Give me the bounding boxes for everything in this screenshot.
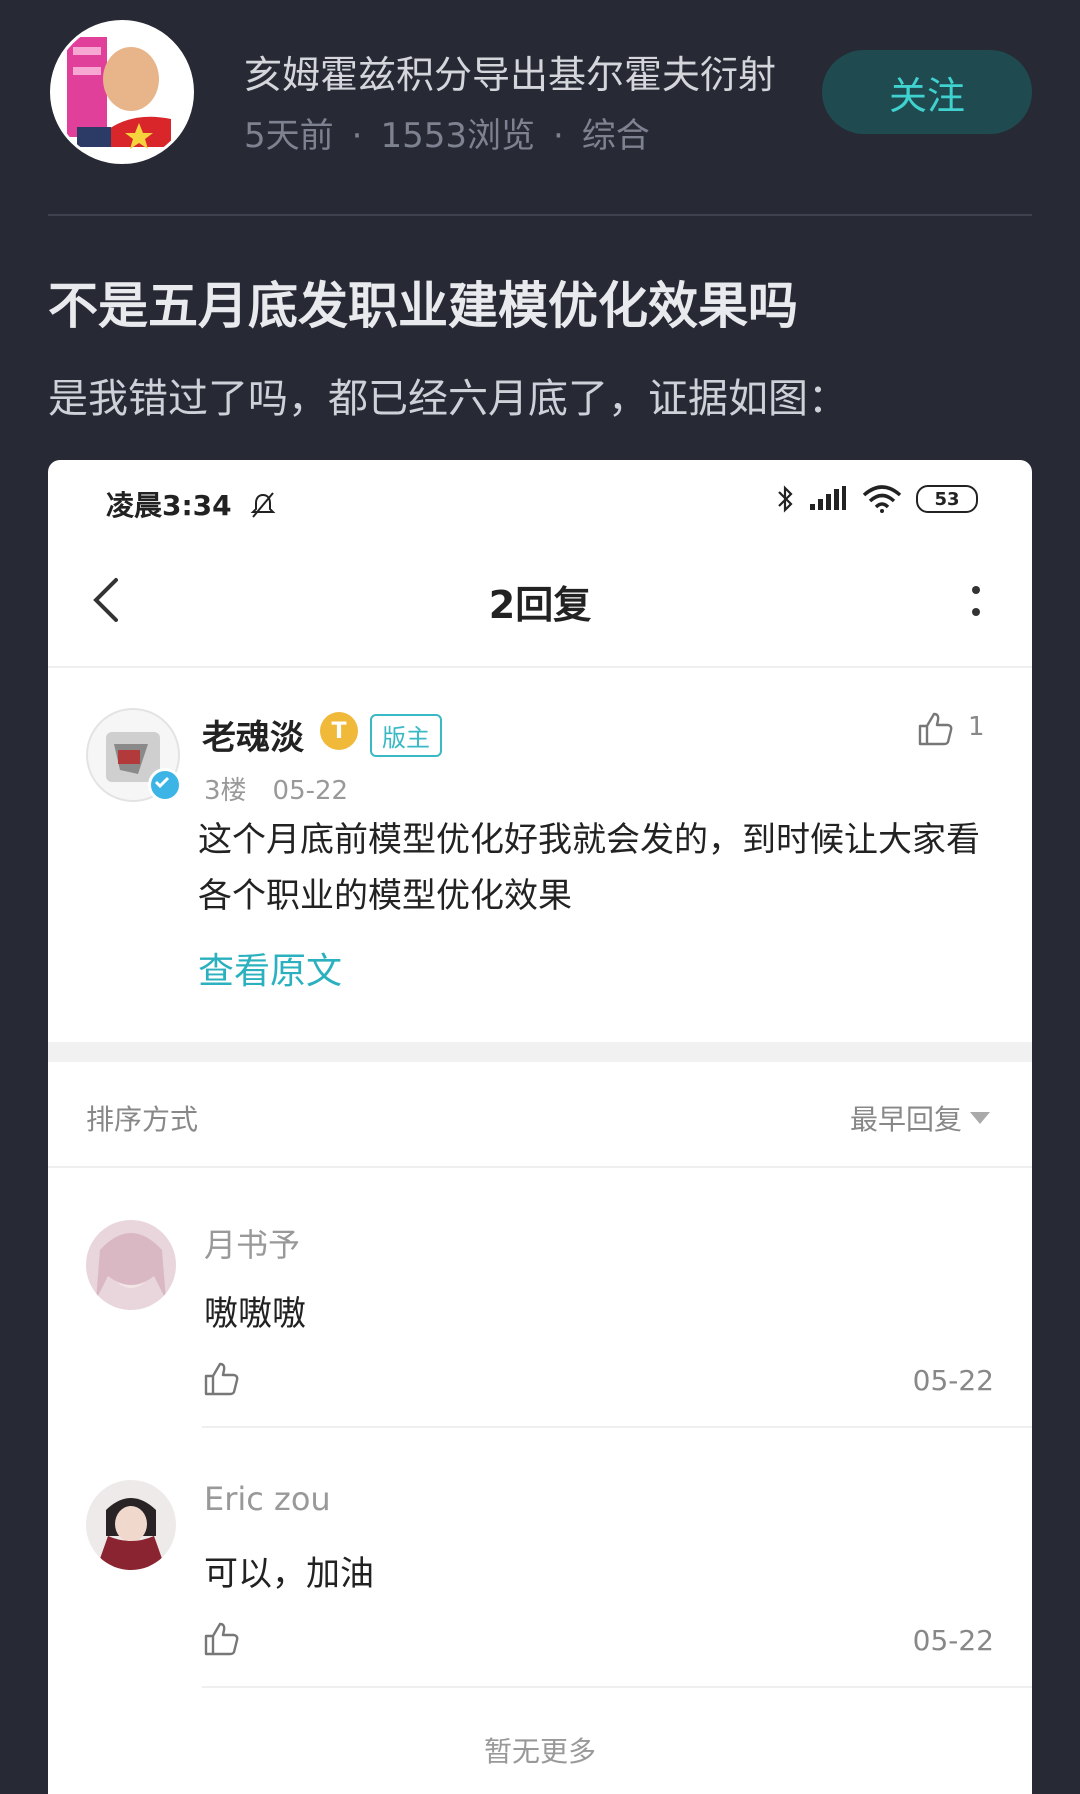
header-divider [48,214,1032,216]
op-like-count: 1 [968,712,985,742]
section-separator [48,1042,1032,1062]
verified-check-icon [148,768,182,802]
bluetooth-icon [778,485,793,513]
author-name[interactable]: 亥姆霍兹积分导出基尔霍夫衍射 [244,44,776,99]
op-meta: 3楼 05-22 [204,770,348,807]
reply-avatar[interactable] [86,1220,176,1310]
bell-off-icon [250,492,276,518]
status-bar-time: 凌晨3:34 [106,484,277,524]
battery-indicator: 53 [916,485,978,513]
reply-divider [202,1686,1032,1688]
reply-username[interactable]: Eric zou [204,1480,331,1518]
meta-separator: · [351,116,363,156]
author-avatar-image [53,23,191,161]
op-username[interactable]: 老魂淡 [202,710,304,759]
post-meta: 5天前 · 1553浏览 · 综合 [244,108,650,157]
thumbs-up-icon[interactable] [916,710,954,748]
op-floor: 3楼 [204,776,247,806]
embedded-screenshot[interactable]: 凌晨3:34 53 2回复 老魂淡 T 版主 1 3楼 05-22 这个月底前模… [48,460,1032,1794]
sort-divider [48,1166,1032,1168]
reply-divider [202,1426,1032,1428]
post-category[interactable]: 综合 [582,116,650,156]
follow-button[interactable]: 关注 [822,50,1032,134]
op-content: 这个月底前模型优化好我就会发的，到时候让大家看各个职业的模型优化效果 [198,820,980,916]
sort-value: 最早回复 [849,1103,962,1136]
level-badge: T [320,712,358,750]
view-original-link[interactable]: 查看原文 [198,942,342,994]
reply-date: 05-22 [912,1364,994,1397]
meta-separator: · [552,116,564,156]
reply-avatar-image [86,1220,176,1310]
reply-username[interactable]: 月书予 [204,1220,300,1266]
sort-label: 排序方式 [86,1103,199,1136]
reply-date: 05-22 [912,1624,994,1657]
signal-icon [810,486,846,510]
post-views: 1553浏览 [380,116,535,156]
wifi-icon [862,485,902,513]
status-time-text: 凌晨3:34 [106,489,232,522]
reply-avatar[interactable] [86,1480,176,1570]
reply-avatar-image [86,1480,176,1570]
page-title: 2回复 [488,583,592,627]
post-time: 5天前 [244,116,334,156]
sort-dropdown[interactable]: 最早回复 [850,1098,990,1138]
thumbs-up-icon[interactable] [202,1620,240,1658]
post-body: 是我错过了吗，都已经六月底了，证据如图： [48,376,848,422]
op-date: 05-22 [272,776,349,806]
post-title: 不是五月底发职业建模优化效果吗 [48,277,798,335]
reply-text: 嗷嗷嗷 [204,1294,306,1334]
caret-down-icon [970,1112,990,1124]
nav-divider [48,666,1032,668]
reply-text: 可以，加油 [204,1554,374,1594]
status-bar-icons: 53 [776,484,978,514]
moderator-badge: 版主 [370,714,442,757]
more-options-icon[interactable] [966,582,986,622]
thumbs-up-icon[interactable] [202,1360,240,1398]
author-avatar[interactable] [50,20,194,164]
no-more-text: 暂无更多 [483,1735,596,1768]
